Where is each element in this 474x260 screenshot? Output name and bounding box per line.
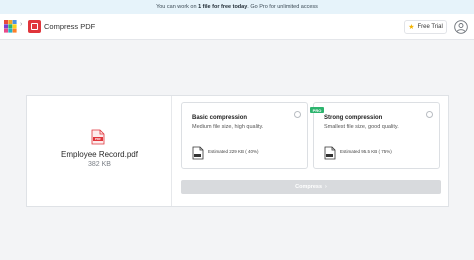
free-trial-label: Free Trial: [417, 24, 443, 30]
option-title: Basic compression: [192, 115, 248, 121]
free-trial-button[interactable]: ★ Free Trial: [404, 20, 447, 34]
compress-button-label: Compress: [295, 184, 323, 190]
option-title: Strong compression: [324, 115, 383, 121]
option-description: Medium file size, high quality.: [192, 124, 264, 130]
basic-compression-option[interactable]: Basic compression Medium file size, high…: [181, 102, 308, 169]
banner-suffix: . Go Pro for unlimited access: [247, 4, 318, 10]
star-icon: ★: [408, 24, 415, 31]
pdf-file-icon: PDF: [91, 129, 105, 145]
user-account-icon[interactable]: [454, 20, 468, 34]
file-preview-pane: PDF Employee Record.pdf 382 KB: [27, 96, 172, 206]
option-description: Smallest file size, good quality.: [324, 124, 399, 130]
compress-button[interactable]: Compress ›: [181, 180, 441, 194]
banner-prefix: You can work on: [156, 4, 197, 10]
arrow-right-icon: ›: [325, 184, 327, 190]
option-estimate: Estimated 95.5 KB ( 75%): [340, 149, 392, 154]
tool-name: Compress PDF: [44, 22, 96, 31]
basic-compression-radio[interactable]: [294, 111, 301, 118]
promo-banner: You can work on 1 file for free today. G…: [0, 0, 474, 14]
app-header: › Compress PDF ★ Free Trial: [0, 14, 474, 40]
strong-compression-option[interactable]: Strong compression Smallest file size, g…: [313, 102, 440, 169]
pdf-output-icon: [324, 146, 336, 160]
compress-pdf-tool-icon: [28, 20, 41, 33]
file-name: Employee Record.pdf: [61, 150, 138, 159]
pdf-output-icon: [192, 146, 204, 160]
file-size: 382 KB: [88, 161, 111, 168]
pdf-icon-label: PDF: [95, 137, 101, 141]
strong-compression-radio[interactable]: [426, 111, 433, 118]
apps-grid-icon[interactable]: [4, 20, 17, 33]
option-estimate: Estimated 229 KB ( 40%): [208, 149, 259, 154]
compress-options-card: PDF Employee Record.pdf 382 KB Basic com…: [26, 95, 449, 207]
breadcrumb-chevron-icon: ›: [20, 21, 23, 28]
pro-badge: PRO: [310, 107, 324, 113]
banner-highlight: 1 file for free today: [198, 4, 248, 10]
